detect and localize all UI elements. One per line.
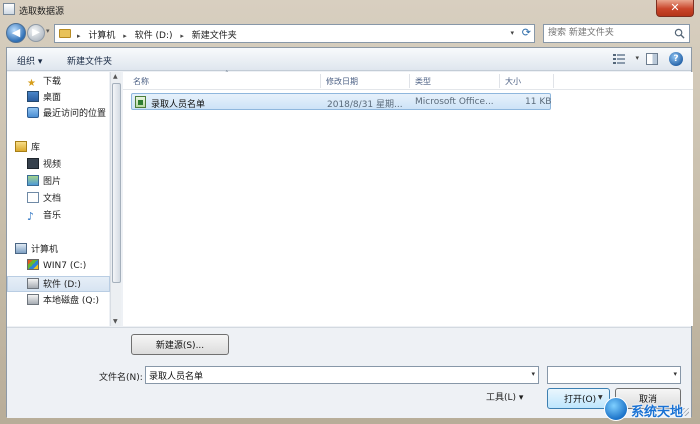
- nav-item-libraries[interactable]: 库: [15, 140, 111, 156]
- forward-button[interactable]: ▶: [27, 24, 45, 42]
- nav-item-drive-c[interactable]: WIN7 (C:): [27, 259, 111, 275]
- watermark-logo-icon: [604, 397, 628, 421]
- new-folder-button[interactable]: 新建文件夹: [67, 54, 112, 67]
- system-drive-icon: [27, 259, 39, 270]
- file-type: Microsoft Office...: [415, 97, 494, 107]
- history-dropdown-icon[interactable]: ▾: [46, 27, 50, 35]
- filename-combobox[interactable]: ▾: [145, 366, 539, 384]
- nav-item-pictures[interactable]: 图片: [27, 174, 111, 190]
- desktop-icon: [27, 91, 39, 102]
- library-icon: [15, 141, 27, 152]
- breadcrumb-separator[interactable]: ▸: [77, 32, 81, 40]
- window-title: 选取数据源: [19, 7, 65, 17]
- breadcrumb[interactable]: ▸ 计算机 ▸ 软件 (D:) ▸ 新建文件夹 ▾ ⟳: [54, 24, 535, 43]
- file-dialog: 组织 ▾ 新建文件夹 ▾ ? ★ 下载 桌面 最近访问的位置 库 视频 图片 文…: [6, 47, 693, 418]
- recent-places-icon: [27, 107, 39, 118]
- drive-icon: [27, 278, 39, 289]
- nav-scrollbar[interactable]: ▲ ▼: [110, 72, 121, 326]
- nav-item-documents[interactable]: 文档: [27, 191, 111, 207]
- column-headers: ˄ 名称 修改日期 类型 大小: [123, 70, 693, 90]
- column-header-name[interactable]: 名称: [133, 76, 149, 87]
- breadcrumb-separator[interactable]: ▸: [180, 32, 184, 40]
- file-row[interactable]: 录取人员名单 2018/8/31 星期... Microsoft Office.…: [131, 93, 551, 110]
- sort-ascending-icon: ˄: [225, 70, 229, 78]
- breadcrumb-separator[interactable]: ▸: [123, 32, 127, 40]
- filename-label: 文件名(N):: [99, 373, 143, 383]
- file-date: 2018/8/31 星期...: [327, 100, 403, 110]
- column-header-date[interactable]: 修改日期: [326, 76, 358, 87]
- organize-button[interactable]: 组织 ▾: [17, 54, 42, 67]
- filename-input[interactable]: [146, 367, 516, 383]
- close-button[interactable]: ✕: [656, 0, 694, 17]
- nav-item-download[interactable]: ★ 下载: [27, 74, 111, 90]
- file-type-filter[interactable]: ▾: [547, 366, 681, 384]
- scrollbar-thumb[interactable]: [112, 83, 121, 283]
- help-icon[interactable]: ?: [669, 52, 683, 66]
- nav-item-recent-places[interactable]: 最近访问的位置: [27, 106, 111, 122]
- file-size: 11 KB: [525, 97, 552, 107]
- tools-button[interactable]: 工具(L) ▾: [486, 390, 523, 403]
- view-options-icon[interactable]: [613, 54, 625, 64]
- watermark: 系统天地: [604, 396, 698, 422]
- toolbar: 组织 ▾ 新建文件夹 ▾ ?: [7, 48, 691, 71]
- address-bar: ◀ ▶ ▾ ▸ 计算机 ▸ 软件 (D:) ▸ 新建文件夹 ▾ ⟳: [0, 20, 700, 46]
- excel-file-icon: [135, 96, 146, 108]
- nav-item-music[interactable]: ♪ 音乐: [27, 208, 111, 224]
- breadcrumb-new-folder[interactable]: 新建文件夹: [192, 31, 237, 41]
- column-header-size[interactable]: 大小: [505, 76, 521, 87]
- refresh-icon[interactable]: ⟳: [522, 26, 531, 39]
- search-input[interactable]: [544, 25, 664, 41]
- breadcrumb-drive-d[interactable]: 软件 (D:): [135, 31, 173, 41]
- nav-item-drive-q[interactable]: 本地磁盘 (Q:): [27, 293, 111, 309]
- nav-item-desktop[interactable]: 桌面: [27, 90, 111, 106]
- new-source-button[interactable]: 新建源(S)...: [131, 334, 229, 355]
- back-button[interactable]: ◀: [6, 23, 26, 43]
- chevron-down-icon[interactable]: ▾: [673, 370, 677, 378]
- search-icon[interactable]: [674, 28, 685, 39]
- view-dropdown-icon[interactable]: ▾: [635, 54, 639, 62]
- dialog-footer: 新建源(S)... 文件名(N): ▾ ▾ 工具(L) ▾ 打开(O) ▼ 取消: [7, 327, 691, 418]
- documents-icon: [27, 192, 39, 203]
- title-bar: 选取数据源 ✕: [0, 0, 700, 20]
- chevron-down-icon[interactable]: ▾: [510, 29, 514, 37]
- computer-icon: [15, 243, 27, 254]
- navigation-pane: ★ 下载 桌面 最近访问的位置 库 视频 图片 文档 ♪ 音乐 计算机 WIN7 (…: [7, 72, 111, 326]
- search-field[interactable]: [543, 24, 690, 43]
- music-icon: ♪: [27, 210, 35, 223]
- breadcrumb-computer[interactable]: 计算机: [88, 31, 115, 41]
- scroll-up-icon[interactable]: ▲: [113, 73, 118, 80]
- drive-icon: [27, 294, 39, 305]
- preview-pane-icon[interactable]: [646, 53, 658, 65]
- download-icon: ★: [27, 78, 36, 89]
- scroll-down-icon[interactable]: ▼: [113, 318, 118, 325]
- video-icon: [27, 158, 39, 169]
- column-header-type[interactable]: 类型: [415, 76, 431, 87]
- nav-item-drive-d[interactable]: 软件 (D:): [7, 276, 110, 292]
- window-app-icon: [3, 3, 15, 15]
- open-dropdown-icon[interactable]: ▼: [598, 394, 603, 401]
- watermark-text: 系统天地: [631, 405, 684, 420]
- nav-item-videos[interactable]: 视频: [27, 157, 111, 173]
- folder-icon: [59, 29, 71, 38]
- chevron-down-icon[interactable]: ▾: [531, 370, 535, 378]
- nav-item-computer[interactable]: 计算机: [15, 242, 111, 258]
- file-list: ˄ 名称 修改日期 类型 大小 录取人员名单 2018/8/31 星期... M…: [123, 70, 693, 326]
- pictures-icon: [27, 175, 39, 186]
- file-name: 录取人员名单: [151, 100, 206, 110]
